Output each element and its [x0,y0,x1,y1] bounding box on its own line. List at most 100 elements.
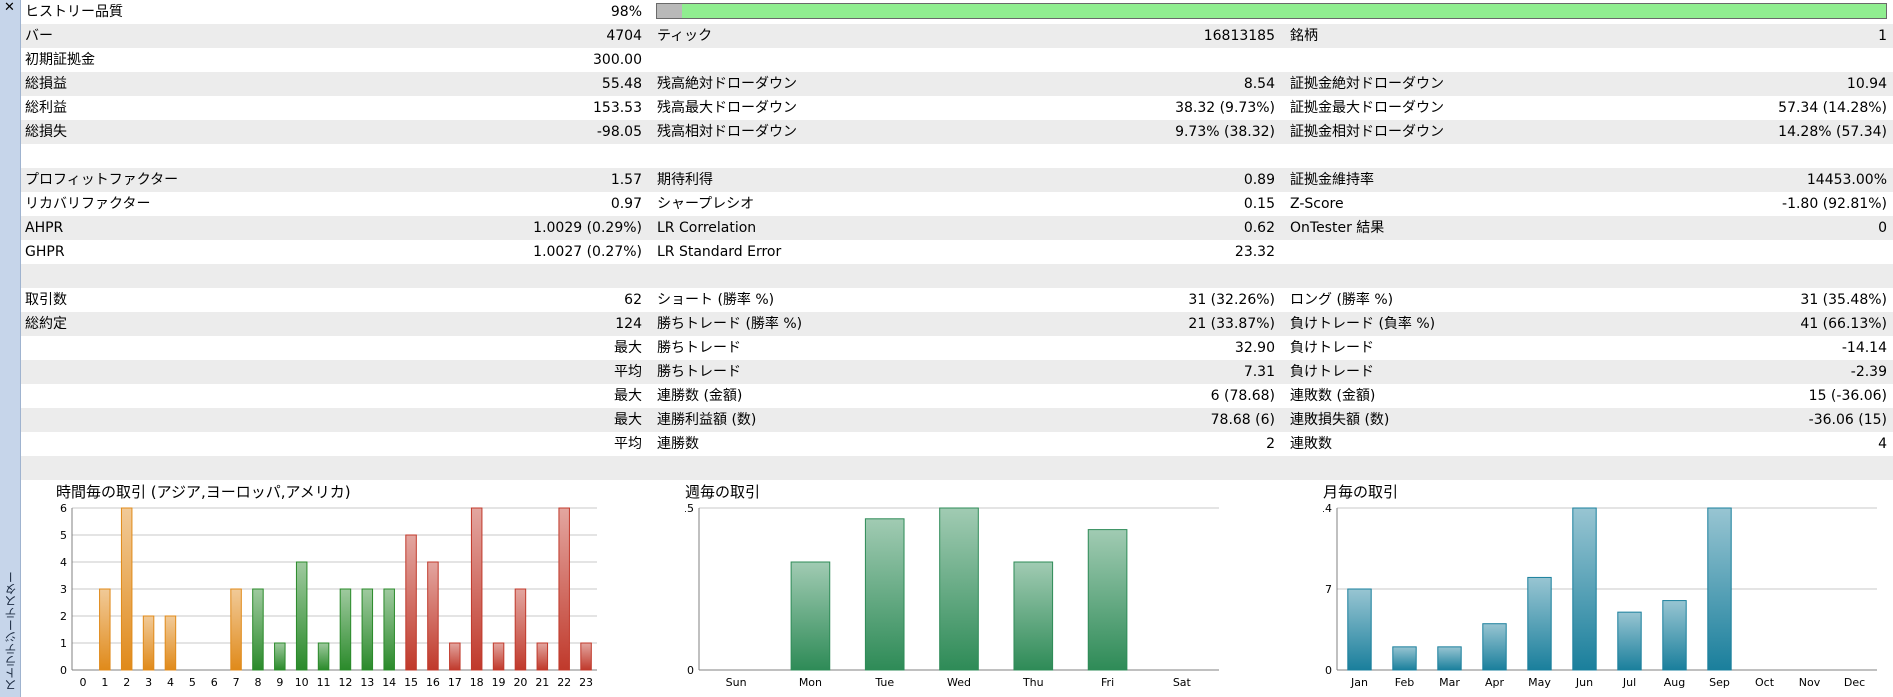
stat-label: 連勝利益額 (数) [657,412,757,428]
y-tick-label: 15 [685,502,694,515]
stat-label: リカバリファクター [25,196,151,212]
stats-row [21,144,1893,168]
x-tick-label: 6 [211,676,218,689]
stat-label: 連勝数 [657,436,699,452]
stats-row: バー 4704 ティック 16813185 銘柄 1 [21,24,1893,48]
stats-row: 取引数 62 ショート (勝率 %) 31 (32.26%) ロング (勝率 %) 31 … [21,288,1893,312]
stat-value: -14.14 [1841,340,1887,356]
hourly-chart-plot: 01234560 1 2 3 4 5 6 7 8 9 10 11 12 13 14 15 16 17 18 19 20 2… [60,502,597,689]
stat-value: 最大 [614,340,642,356]
stats-row: GHPR 1.0027 (0.27%) LR Standard Error 23.32 [21,240,1893,264]
stats-row: 総約定 124 勝ちトレード (勝率 %) 21 (33.87%) 負けトレード (負率… [21,312,1893,336]
stat-label: 連敗数 (金額) [1290,388,1376,404]
bar [864,518,905,671]
hourly-trades-chart: 時間毎の取引 (アジア,ヨーロッパ,アメリカ) 0123456012345678… [56,481,612,693]
stat-label: 総損失 [25,124,67,140]
stat-value: 78.68 (6) [1210,412,1275,428]
bar [295,561,308,671]
stat-value: 0.97 [610,196,642,212]
stat-value: 4 [1878,436,1887,452]
stats-row: 最大 連勝数 (金額) 6 (78.68) 連敗数 (金額) 15 (-36.06) [21,384,1893,408]
bar [492,642,505,671]
stat-label: 銘柄 [1290,28,1318,44]
y-tick-label: 0 [60,664,67,677]
stat-label: 総損益 [25,76,67,92]
x-tick-label: Mar [1439,676,1460,689]
bar [405,534,417,671]
x-tick-label: 19 [492,676,506,689]
stats-row: 平均 連勝数 2 連敗数 4 [21,432,1893,456]
history-quality-value: 98% [610,4,642,20]
bar [230,588,242,671]
x-tick-label: 20 [513,676,527,689]
x-tick-label: 18 [470,676,484,689]
stat-label: バー [25,28,53,44]
stat-value: 1.0027 (0.27%) [533,244,642,260]
stat-value: -98.05 [596,124,642,140]
x-tick-label: 12 [338,676,352,689]
stat-value: 57.34 (14.28%) [1778,100,1887,116]
stats-row: 総損益 55.48 残高絶対ドローダウン 8.54 証拠金絶対ドローダウン 10.94 [21,72,1893,96]
bar [1482,623,1507,671]
stat-label: プロフィットファクター [25,172,179,188]
stat-value: 7.31 [1243,364,1275,380]
stats-row [21,264,1893,288]
x-tick-label: 17 [448,676,462,689]
bar [1707,507,1732,671]
x-tick-label: 16 [426,676,440,689]
x-tick-label: Dec [1844,676,1865,689]
bar [120,507,133,671]
bar [164,615,177,671]
x-tick-label: 0 [79,676,86,689]
y-tick-label: 2 [60,610,67,623]
stat-value: 平均 [614,364,642,380]
x-tick-label: Aug [1664,676,1685,689]
x-tick-label: Thu [1022,676,1044,689]
bar [99,588,111,671]
bar [580,642,592,671]
x-tick-label: May [1528,676,1551,689]
bar [470,507,483,671]
bar [1572,507,1597,671]
stat-value: 62 [624,292,642,308]
stat-value: 9.73% (38.32) [1175,124,1275,140]
stat-label: 証拠金維持率 [1290,172,1374,188]
backtest-report: ヒストリー品質 98% バー 4704 ティック 16813185 銘柄 1 初期証拠金 30… [21,0,1893,480]
x-tick-label: 9 [276,676,283,689]
stat-label: OnTester 結果 [1290,220,1385,236]
bar [449,642,461,671]
weekly-trades-chart: 週毎の取引 015SunMonTueWedThuFriSat [685,481,1235,693]
close-icon[interactable]: ✕ [2,1,17,15]
bar [252,588,264,671]
stats-row: 平均 勝ちトレード 7.31 負けトレード -2.39 [21,360,1893,384]
stat-value: 0.15 [1243,196,1275,212]
y-tick-label: 0 [1325,664,1332,677]
stat-value: 32.90 [1234,340,1275,356]
stats-row: 最大 連勝利益額 (数) 78.68 (6) 連敗損失額 (数) -36.06 (15) [21,408,1893,432]
bar [1617,611,1642,671]
stat-value: 1.0029 (0.29%) [533,220,642,236]
bar [536,642,549,671]
y-tick-label: 4 [60,556,67,569]
stat-label: ショート (勝率 %) [657,292,775,308]
stat-label: 連敗数 [1290,436,1332,452]
stats-row: 初期証拠金 300.00 [21,48,1893,72]
x-tick-label: Jul [1622,676,1636,689]
bar [939,507,979,671]
stat-label: Z-Score [1290,196,1344,212]
stats-row [21,456,1893,480]
stat-value: 55.48 [601,76,642,92]
bar [317,642,330,671]
stat-value: 4704 [606,28,642,44]
x-tick-label: 14 [382,676,396,689]
stat-label: ロング (勝率 %) [1290,292,1394,308]
x-tick-label: 2 [123,676,130,689]
stat-label: 残高相対ドローダウン [657,124,797,140]
stat-label: 勝ちトレード [657,364,741,380]
y-tick-label: 1 [60,637,67,650]
stat-label: 残高最大ドローダウン [657,100,797,116]
bar [1437,646,1462,671]
x-tick-label: 8 [254,676,261,689]
x-tick-label: 13 [360,676,374,689]
stat-value: 最大 [614,412,642,428]
